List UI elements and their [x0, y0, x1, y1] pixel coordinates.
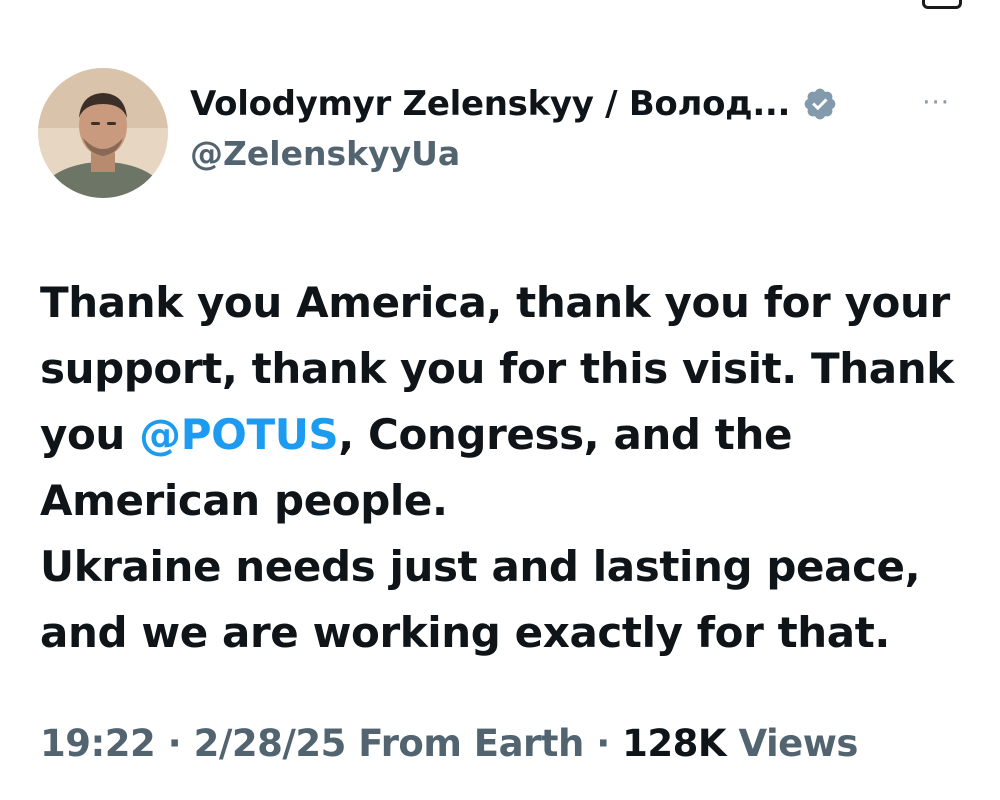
tweet-paragraph-1: Thank you America, thank you for your su…	[40, 270, 970, 534]
views-label: Views	[738, 722, 858, 765]
name-row: Volodymyr Zelenskyy / Волод... ···	[190, 78, 950, 130]
views-count: 128K	[622, 722, 727, 765]
meta-separator: ·	[596, 722, 610, 765]
tweet-time[interactable]: 19:22	[40, 722, 156, 765]
tweet-paragraph-2: Ukraine needs just and lasting peace, an…	[40, 542, 921, 657]
more-options-icon[interactable]: ···	[922, 88, 950, 118]
tweet-source: From Earth	[358, 722, 584, 765]
avatar-image	[38, 68, 168, 198]
meta-separator: ·	[167, 722, 182, 765]
tweet-text: Thank you America, thank you for your su…	[40, 270, 970, 666]
verified-badge-icon[interactable]	[802, 86, 838, 122]
tweet-header: Volodymyr Zelenskyy / Волод... ··· @Zele…	[190, 78, 950, 173]
display-name[interactable]: Volodymyr Zelenskyy / Волод...	[190, 84, 790, 124]
handle[interactable]: @ZelenskyyUa	[190, 134, 950, 173]
mention-link[interactable]: @POTUS	[139, 410, 338, 459]
window-edge	[922, 0, 962, 9]
avatar[interactable]	[38, 68, 168, 198]
tweet-date[interactable]: 2/28/25	[194, 722, 347, 765]
tweet-meta: 19:22 · 2/28/25 From Earth · 128K Views	[40, 722, 970, 765]
